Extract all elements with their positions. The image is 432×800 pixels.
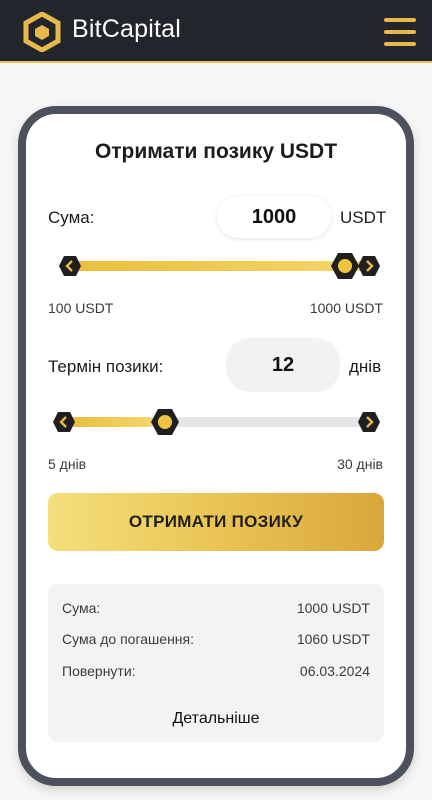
loan-title: Отримати позику USDT: [94, 140, 338, 163]
amount-slider-track[interactable]: [70, 261, 366, 271]
term-increase-icon[interactable]: [357, 411, 381, 433]
app-header: BitCapital: [0, 0, 432, 63]
menu-bar: [384, 42, 416, 46]
loan-summary: Сума: 1000 USDT Сума до погашення: 1060 …: [48, 584, 384, 742]
get-loan-button[interactable]: ОТРИМАТИ ПОЗИКУ: [48, 493, 384, 551]
hamburger-menu-icon[interactable]: [384, 18, 416, 46]
term-slider-track[interactable]: [70, 417, 366, 427]
amount-increase-icon[interactable]: [357, 255, 381, 277]
term-input[interactable]: [226, 338, 340, 392]
menu-bar: [384, 18, 416, 22]
summary-value: 06.03.2024: [299, 663, 370, 679]
summary-value: 1000 USDT: [296, 600, 370, 616]
summary-value: 1060 USDT: [296, 631, 370, 647]
amount-input[interactable]: [217, 196, 331, 238]
term-min-label: 5 днів: [48, 456, 87, 472]
menu-bar: [384, 30, 416, 34]
amount-unit: USDT: [340, 208, 387, 227]
amount-slider-fill: [70, 261, 366, 271]
term-max-label: 30 днів: [337, 456, 383, 472]
term-decrease-icon[interactable]: [52, 411, 76, 433]
amount-slider-thumb[interactable]: [330, 252, 360, 280]
amount-min-label: 100 USDT: [48, 300, 114, 316]
amount-decrease-icon[interactable]: [58, 255, 82, 277]
term-slider-thumb[interactable]: [150, 408, 180, 436]
summary-key: Повернути:: [62, 663, 136, 679]
amount-label: Сума:: [48, 208, 95, 227]
term-label: Термін позики:: [48, 357, 164, 376]
term-unit: днів: [349, 357, 382, 376]
hexagon-logo-icon[interactable]: [22, 12, 62, 52]
amount-max-label: 1000 USDT: [309, 300, 383, 316]
brand-name[interactable]: BitCapital: [72, 15, 181, 44]
summary-key: Сума:: [62, 600, 101, 616]
summary-key: Сума до погашення:: [62, 631, 195, 647]
details-link[interactable]: Детальніше: [48, 710, 384, 728]
term-slider-fill: [70, 417, 153, 427]
